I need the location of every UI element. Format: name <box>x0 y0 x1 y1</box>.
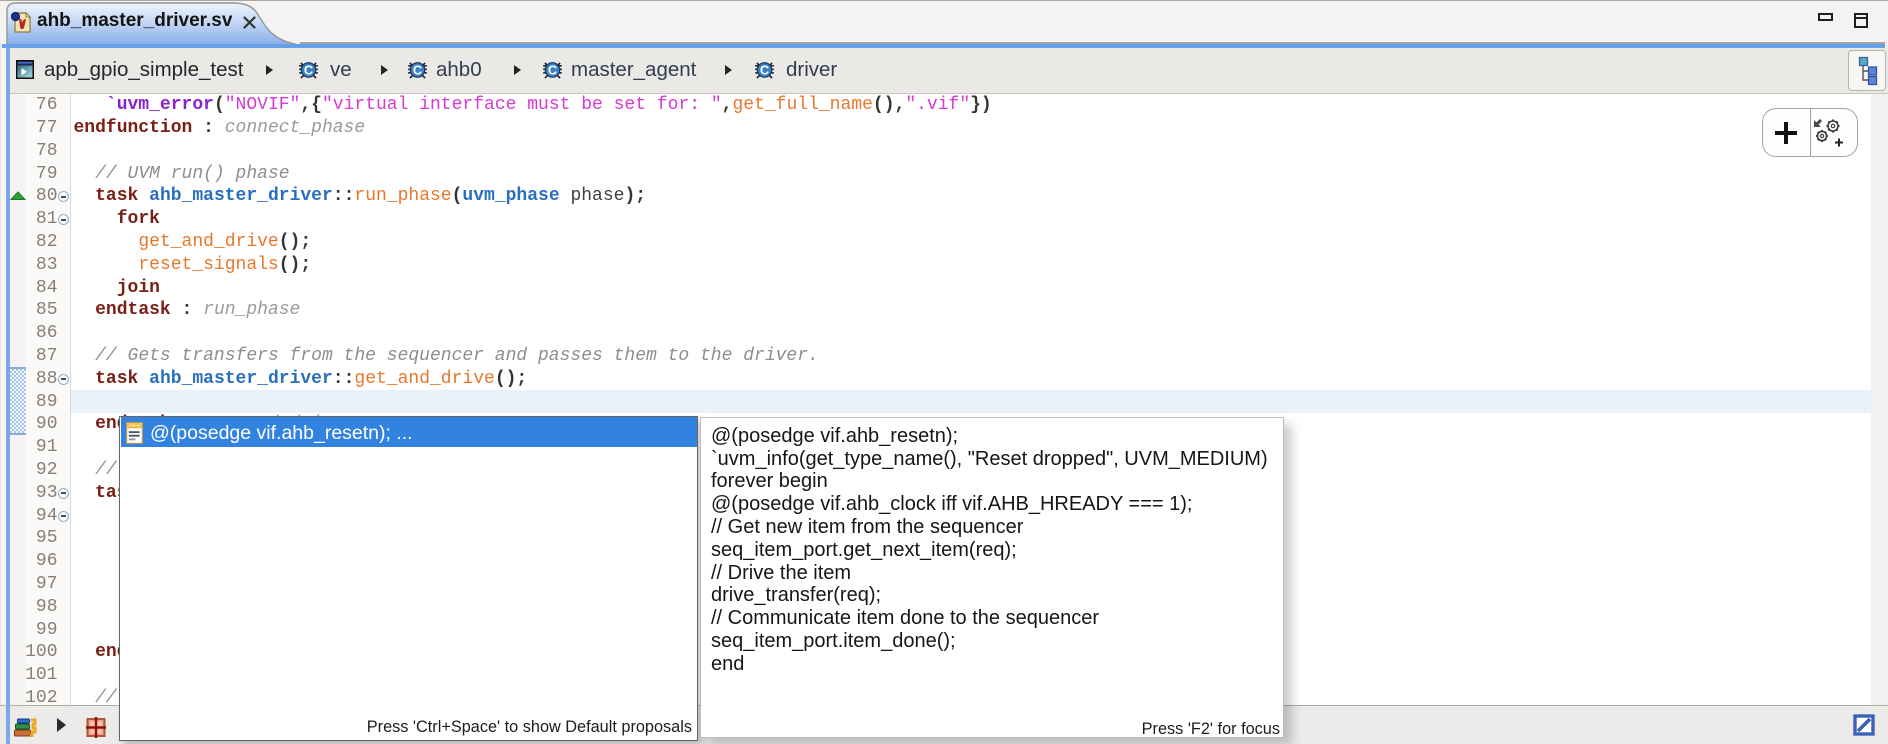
svg-text:C: C <box>760 62 769 77</box>
svg-text:C: C <box>413 62 422 77</box>
svg-text:C: C <box>547 62 556 77</box>
svg-text:C: C <box>304 62 313 77</box>
